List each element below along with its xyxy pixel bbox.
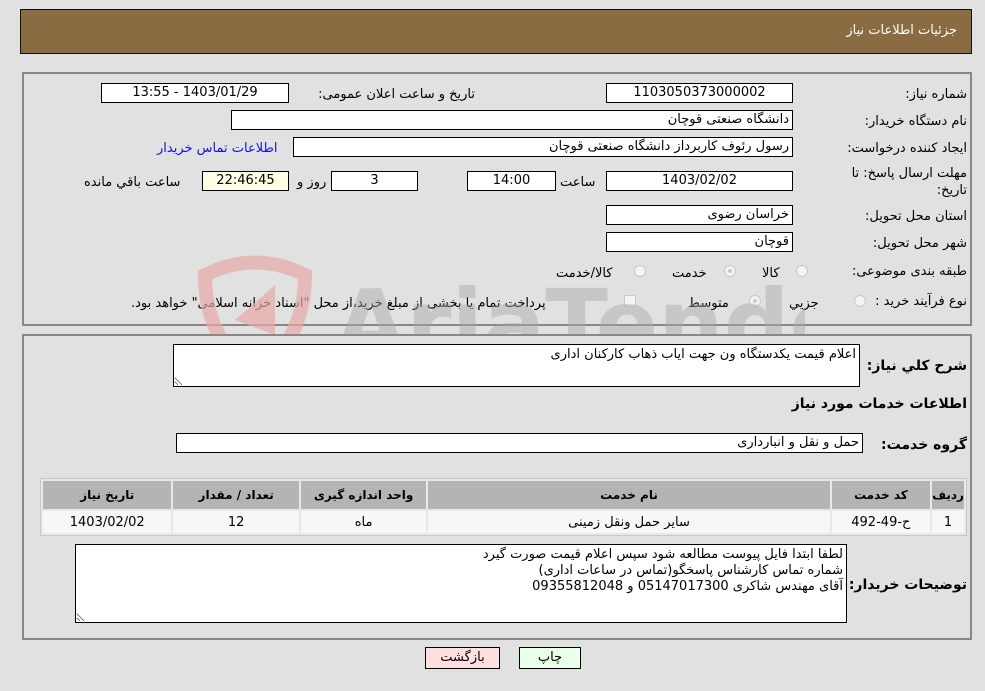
col-quantity: تعداد / مقدار bbox=[173, 481, 299, 509]
buyer-notes-textarea[interactable]: لطفا ابتدا فایل پیوست مطالعه شود سپس اعل… bbox=[75, 544, 847, 623]
announce-datetime-label: تاریخ و ساعت اعلان عمومی: bbox=[318, 87, 475, 102]
description-label: شرح کلي نياز: bbox=[866, 358, 967, 374]
service-group-field: حمل و نقل و انبارداری bbox=[176, 433, 863, 453]
col-service-code: کد خدمت bbox=[831, 481, 931, 509]
category-option-goods-service: کالا/خدمت bbox=[556, 266, 613, 281]
page-header: جزئیات اطلاعات نیاز bbox=[20, 9, 972, 54]
cell-service-name: سایر حمل ونقل زمینی bbox=[428, 511, 830, 533]
deadline-date-field: 1403/02/02 bbox=[606, 171, 793, 191]
col-service-name: نام خدمت bbox=[428, 481, 830, 509]
col-need-date: تاریخ نیاز bbox=[43, 481, 172, 509]
buyer-contact-link[interactable]: اطلاعات تماس خریدار bbox=[157, 141, 277, 156]
buyer-notes-label: توضیحات خریدار: bbox=[848, 577, 967, 593]
page-title: جزئیات اطلاعات نیاز bbox=[846, 23, 957, 38]
deadline-time-field: 14:00 bbox=[467, 171, 556, 191]
remaining-days-field: 3 bbox=[331, 171, 418, 191]
cell-service-code: ح-49-492 bbox=[831, 511, 931, 533]
city-label: شهر محل تحویل: bbox=[872, 236, 967, 251]
cell-need-date: 1403/02/02 bbox=[43, 511, 172, 533]
print-button[interactable]: چاپ bbox=[519, 647, 581, 669]
announce-datetime-field: 1403/01/29 - 13:55 bbox=[101, 83, 289, 103]
remaining-time-field: 22:46:45 bbox=[202, 171, 289, 191]
cell-row-number: 1 bbox=[932, 511, 964, 533]
province-label: استان محل تحویل: bbox=[865, 209, 967, 224]
requester-field: رسول رئوف کاربرداز دانشگاه صنعتی قوچان bbox=[293, 137, 793, 157]
requester-label: ایجاد کننده درخواست: bbox=[847, 141, 967, 156]
process-radio-minor[interactable] bbox=[854, 295, 866, 307]
table-row: 1 ح-49-492 سایر حمل ونقل زمینی ماه 12 14… bbox=[43, 511, 964, 533]
process-radio-medium[interactable] bbox=[749, 295, 761, 307]
purchase-process-label: نوع فرآیند خرید : bbox=[875, 294, 967, 309]
category-label: طبقه بندی موضوعی: bbox=[851, 264, 967, 279]
buyer-org-label: نام دستگاه خریدار: bbox=[864, 114, 967, 129]
city-field: قوچان bbox=[606, 232, 793, 252]
cell-quantity: 12 bbox=[173, 511, 299, 533]
services-table: ردیف کد خدمت نام خدمت واحد اندازه گیری ت… bbox=[40, 478, 967, 536]
category-radio-service[interactable] bbox=[724, 265, 736, 277]
table-header-row: ردیف کد خدمت نام خدمت واحد اندازه گیری ت… bbox=[43, 481, 964, 509]
treasury-note: پرداخت تمام یا بخشی از مبلغ خرید،از محل … bbox=[131, 296, 546, 311]
back-button[interactable]: بازگشت bbox=[425, 647, 500, 669]
col-unit: واحد اندازه گیری bbox=[300, 481, 427, 509]
category-option-service: خدمت bbox=[672, 266, 707, 281]
category-radio-goods-service[interactable] bbox=[634, 265, 646, 277]
process-option-minor: جزيي bbox=[789, 296, 819, 311]
services-section-title: اطلاعات خدمات مورد نیاز bbox=[791, 396, 967, 412]
cell-unit: ماه bbox=[300, 511, 427, 533]
col-row-number: ردیف bbox=[932, 481, 964, 509]
service-group-label: گروه خدمت: bbox=[881, 437, 967, 453]
remaining-time-label: ساعت باقي مانده bbox=[84, 175, 181, 190]
deadline-time-label: ساعت bbox=[560, 175, 596, 190]
province-field: خراسان رضوی bbox=[606, 205, 793, 225]
buyer-org-field: دانشگاه صنعتی قوچان bbox=[231, 110, 793, 130]
deadline-label: مهلت ارسال پاسخ: تا تاریخ: bbox=[851, 166, 967, 198]
need-number-field: 1103050373000002 bbox=[606, 83, 793, 103]
treasury-checkbox[interactable] bbox=[624, 295, 636, 307]
need-number-label: شماره نیاز: bbox=[905, 87, 967, 102]
description-textarea[interactable]: اعلام قیمت یکدستگاه ون جهت ایاب ذهاب کار… bbox=[173, 344, 860, 387]
days-label: روز و bbox=[297, 175, 327, 190]
process-option-medium: متوسط bbox=[688, 296, 729, 311]
category-radio-goods[interactable] bbox=[796, 265, 808, 277]
category-option-goods: کالا bbox=[762, 266, 780, 281]
